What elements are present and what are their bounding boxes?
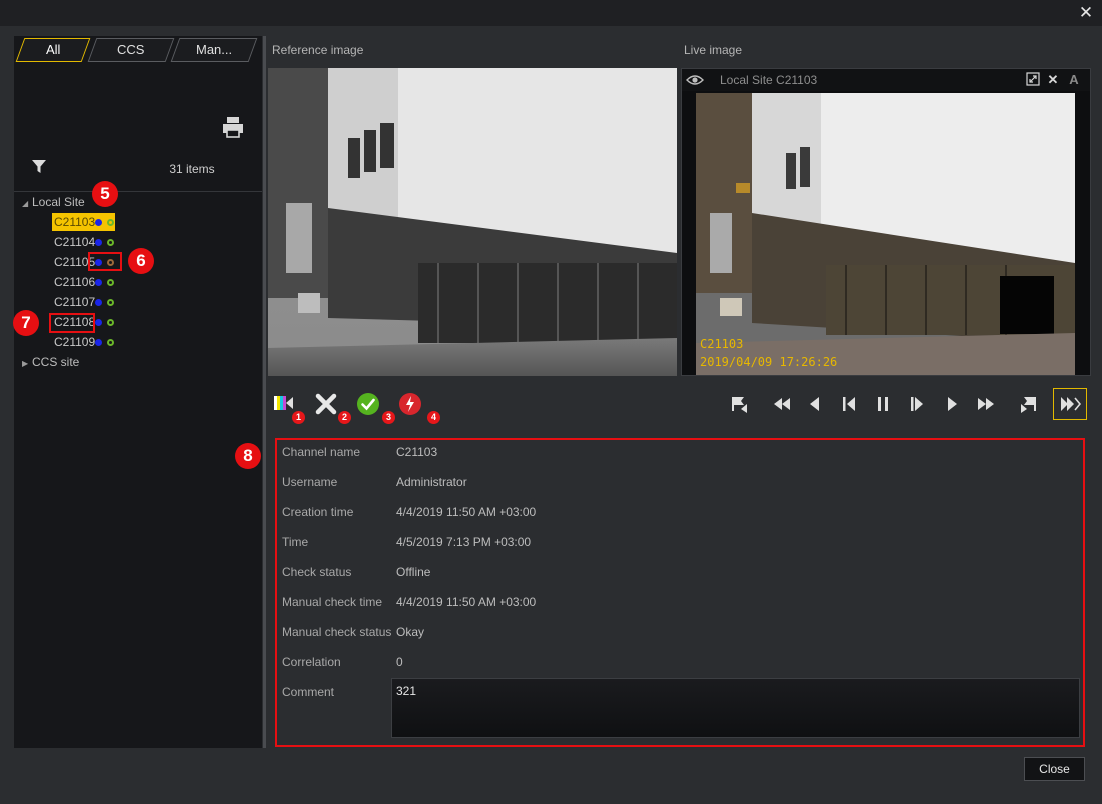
field-value: Administrator	[396, 475, 467, 489]
callout-8: 8	[235, 443, 261, 469]
field-value: 0	[396, 655, 403, 669]
close-icon[interactable]: ✕	[1045, 72, 1061, 88]
status-dot	[95, 239, 102, 246]
field-label: Username	[282, 475, 338, 489]
window-close-icon[interactable]: ✕	[1076, 3, 1096, 23]
reference-image-label: Reference image	[272, 43, 364, 57]
field-value: Offline	[396, 565, 431, 579]
items-count: 31 items	[169, 162, 215, 176]
eye-icon[interactable]	[686, 73, 704, 87]
highlight-box	[88, 252, 122, 271]
highlight-box	[49, 313, 95, 333]
status-ring	[107, 299, 114, 306]
live-mode-button[interactable]	[1053, 388, 1087, 420]
camera-label[interactable]: C21109	[52, 333, 97, 351]
status-ring	[107, 319, 114, 326]
field-label: Manual check status	[282, 625, 392, 639]
expand-caret-icon[interactable]: ◢	[22, 195, 32, 213]
comment-field[interactable]: 321	[391, 678, 1080, 738]
callout-5: 5	[92, 181, 118, 207]
print-icon[interactable]	[222, 116, 244, 138]
reject-x-icon[interactable]	[314, 392, 338, 416]
filter-icon[interactable]	[32, 160, 46, 174]
callout-6: 6	[128, 248, 154, 274]
fast-rewind-icon[interactable]	[771, 393, 793, 415]
check-ok-icon[interactable]	[356, 392, 380, 416]
badge-4: 4	[427, 411, 440, 424]
go-to-end-icon[interactable]	[1017, 393, 1039, 415]
step-forward-icon[interactable]	[906, 393, 928, 415]
tab-manual[interactable]: Man...	[170, 38, 258, 62]
field-label: Correlation	[282, 655, 341, 669]
field-value: 4/4/2019 11:50 AM +03:00	[396, 595, 537, 609]
pause-icon[interactable]	[872, 393, 894, 415]
title-bar: ✕	[0, 0, 1102, 26]
tree-node-ccs-site[interactable]: ▶ CCS site	[22, 353, 79, 371]
play-icon[interactable]	[941, 393, 963, 415]
osd-camera-name: C21103	[700, 337, 744, 351]
field-label: Check status	[282, 565, 352, 579]
field-value: 4/4/2019 11:50 AM +03:00	[396, 505, 537, 519]
status-ring	[107, 339, 114, 346]
callout-7: 7	[13, 310, 39, 336]
badge-1: 1	[292, 411, 305, 424]
step-back-icon[interactable]	[838, 393, 860, 415]
tab-all[interactable]: All	[15, 38, 91, 62]
divider	[14, 191, 262, 192]
camera-label[interactable]: C21103	[52, 213, 115, 231]
camera-list-panel: All CCS Man... 31 items ◢ Local Site C211…	[14, 36, 262, 748]
tab-ccs[interactable]: CCS	[87, 38, 175, 62]
live-view-header: Local Site C21103 ✕ A	[682, 69, 1090, 91]
badge-3: 3	[382, 411, 395, 424]
status-dot	[95, 319, 102, 326]
field-label: Time	[282, 535, 309, 549]
play-reverse-icon[interactable]	[804, 393, 826, 415]
status-ring	[107, 219, 114, 226]
fast-forward-icon[interactable]	[975, 393, 997, 415]
camera-label[interactable]: C21104	[52, 233, 97, 251]
live-image: C21103 2019/04/09 17:26:26	[696, 93, 1075, 375]
font-icon[interactable]: A	[1066, 72, 1082, 88]
live-view-panel: Local Site C21103 ✕ A C21103 2019/04/09 …	[681, 68, 1091, 376]
live-view-title: Local Site C21103	[720, 73, 818, 87]
status-dot	[95, 339, 102, 346]
maximize-icon[interactable]	[1025, 72, 1041, 88]
splitter[interactable]	[263, 36, 266, 748]
camera-label[interactable]: C21107	[52, 293, 97, 311]
field-label: Creation time	[282, 505, 354, 519]
status-ring	[107, 239, 114, 246]
alarm-bolt-icon[interactable]	[398, 392, 422, 416]
field-value: 4/5/2019 7:13 PM +03:00	[396, 535, 532, 549]
expand-caret-icon[interactable]: ▶	[22, 355, 32, 373]
go-to-start-icon[interactable]	[729, 393, 751, 415]
status-ring	[107, 279, 114, 286]
status-dot	[95, 299, 102, 306]
badge-2: 2	[338, 411, 351, 424]
osd-timestamp: 2019/04/09 17:26:26	[700, 355, 838, 369]
tree-node-local-site[interactable]: ◢ Local Site	[22, 193, 85, 211]
camera-label[interactable]: C21106	[52, 273, 97, 291]
field-label: Channel name	[282, 445, 361, 459]
status-dot	[95, 279, 102, 286]
field-value: Okay	[396, 625, 425, 639]
live-image-label: Live image	[684, 43, 743, 57]
comment-label: Comment	[282, 685, 335, 699]
color-bars-icon[interactable]	[274, 396, 294, 410]
reference-image	[268, 68, 677, 376]
field-value: C21103	[396, 445, 438, 459]
status-dot	[95, 219, 102, 226]
field-label: Manual check time	[282, 595, 383, 609]
close-button[interactable]: Close	[1024, 757, 1085, 781]
